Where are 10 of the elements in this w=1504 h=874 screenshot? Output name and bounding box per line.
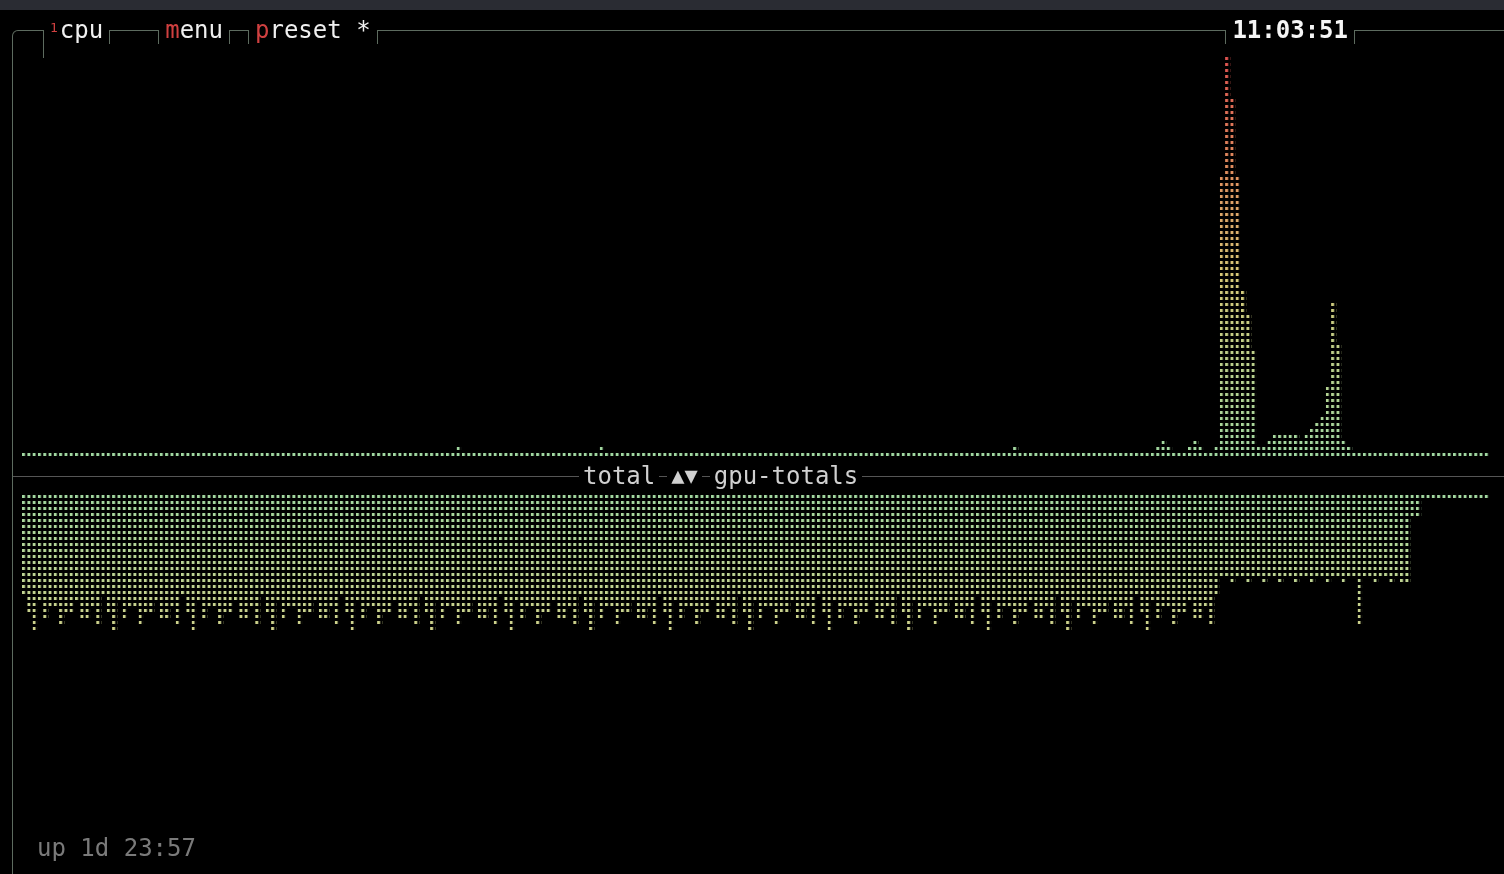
frame-line	[109, 30, 160, 44]
swap-arrows[interactable]: ▲▼	[667, 463, 702, 489]
tab-label[interactable]: $^{1}$ cpu	[44, 16, 110, 44]
graph-label: gpu-totals	[712, 463, 860, 489]
frame-line	[229, 30, 249, 44]
tab-label[interactable]: p reset *	[249, 16, 377, 44]
uptime: up 1d 23:57	[37, 834, 196, 862]
clock: 11:03:51	[1231, 16, 1349, 44]
tab-label[interactable]: menu	[159, 16, 229, 44]
graph-label: total	[582, 463, 657, 489]
